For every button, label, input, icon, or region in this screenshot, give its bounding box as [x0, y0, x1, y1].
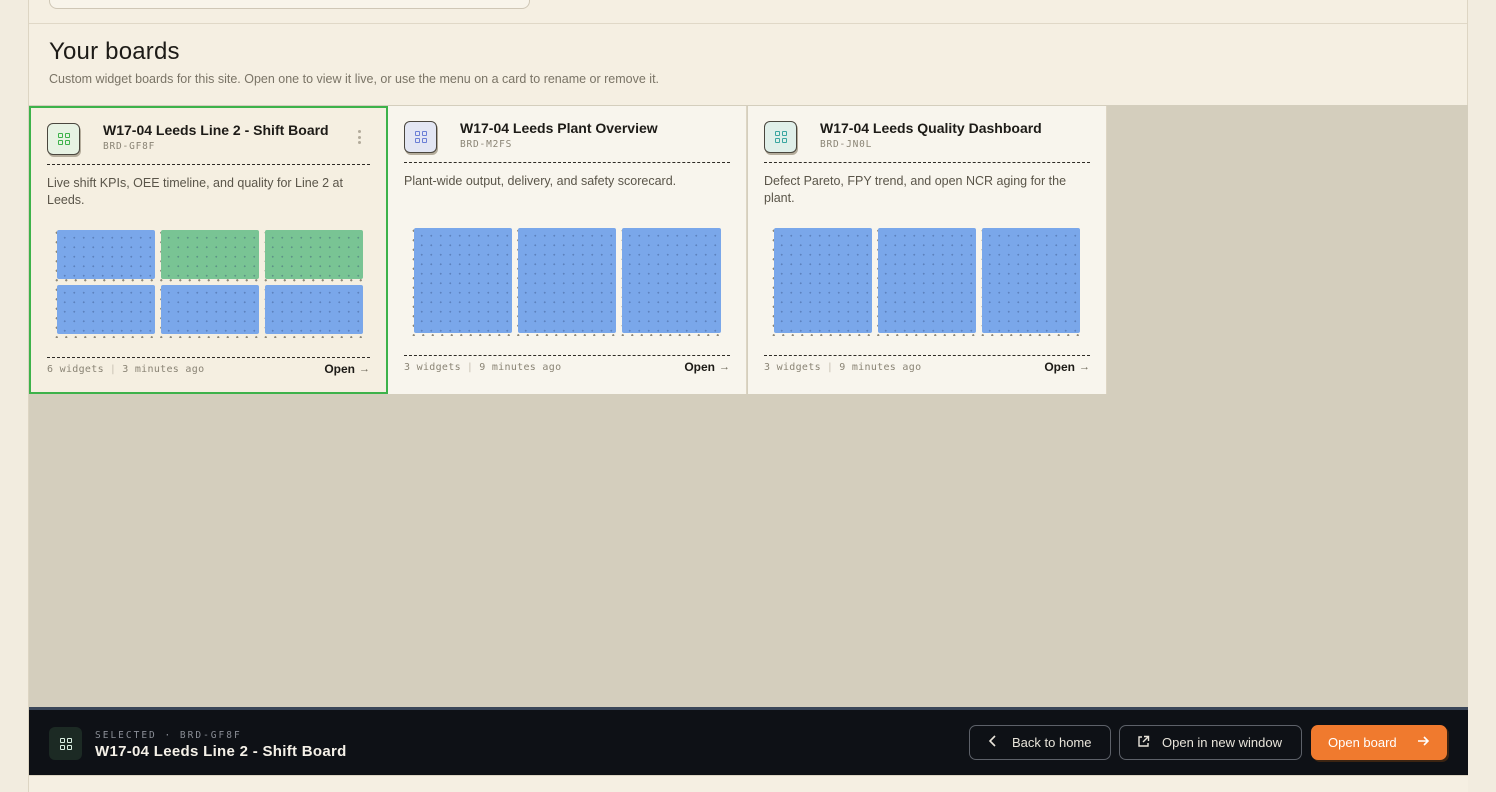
open-label: Open: [684, 360, 715, 374]
widget-count: 3 widgets: [404, 362, 461, 373]
widget-tile: [57, 285, 155, 334]
boards-grid: W17-04 Leeds Line 2 - Shift Board BRD-GF…: [29, 105, 1468, 707]
open-new-window-button[interactable]: Open in new window: [1119, 725, 1302, 760]
divider: [404, 355, 730, 356]
widget-tile: [57, 230, 155, 279]
chevron-left-icon: [986, 735, 1000, 750]
widget-tile: [414, 228, 512, 333]
grid-icon: [49, 727, 82, 760]
search-input[interactable]: [49, 0, 530, 9]
divider: [47, 357, 370, 358]
widget-tile: [161, 230, 259, 279]
card-open-link[interactable]: Open →: [324, 362, 370, 376]
card-meta: 3 widgets | 9 minutes ago: [404, 362, 562, 373]
card-open-link[interactable]: Open →: [684, 360, 730, 374]
updated-time: 9 minutes ago: [479, 362, 562, 373]
selected-kicker: SELECTED · BRD-GF8F: [95, 730, 242, 741]
widget-tile: [265, 285, 363, 334]
divider: [764, 162, 1090, 163]
card-open-link[interactable]: Open →: [1044, 360, 1090, 374]
open-label: Open: [1044, 360, 1075, 374]
widget-tile: [265, 230, 363, 279]
widget-tile: [982, 228, 1080, 333]
card-description: Plant-wide output, delivery, and safety …: [404, 174, 677, 188]
card-description: Live shift KPIs, OEE timeline, and quali…: [47, 176, 343, 207]
arrow-right-icon: →: [1079, 361, 1090, 373]
widget-tile: [774, 228, 872, 333]
widget-preview: [51, 227, 369, 338]
card-id: BRD-M2FS: [460, 139, 513, 150]
arrow-right-icon: [1416, 735, 1430, 750]
back-label: Back to home: [1012, 735, 1092, 750]
widget-tile: [622, 228, 721, 333]
arrow-right-icon: →: [359, 363, 370, 375]
arrow-right-icon: →: [719, 361, 730, 373]
grid-icon: [47, 123, 80, 155]
open-label: Open: [324, 362, 355, 376]
page-subtitle: Custom widget boards for this site. Open…: [49, 72, 660, 86]
updated-time: 9 minutes ago: [839, 362, 922, 373]
card-description: Defect Pareto, FPY trend, and open NCR a…: [764, 174, 1067, 205]
widget-preview: [408, 225, 726, 336]
divider: [47, 164, 370, 165]
widget-count: 3 widgets: [764, 362, 821, 373]
page-title: Your boards: [49, 38, 180, 65]
divider: [404, 162, 730, 163]
page-frame: Your boards Custom widget boards for thi…: [28, 0, 1468, 792]
page-bottom: [29, 775, 1468, 792]
widget-tile: [161, 285, 259, 334]
widget-tile: [878, 228, 976, 333]
card-title: W17-04 Leeds Quality Dashboard: [820, 120, 1042, 136]
open-board-button[interactable]: Open board: [1311, 725, 1447, 760]
external-link-icon: [1136, 735, 1150, 751]
board-card[interactable]: W17-04 Leeds Plant Overview BRD-M2FS Pla…: [388, 106, 747, 394]
divider: [764, 355, 1090, 356]
card-menu-button[interactable]: [357, 130, 362, 144]
card-title: W17-04 Leeds Plant Overview: [460, 120, 658, 136]
widget-tile: [518, 228, 616, 333]
divider: [29, 23, 1467, 24]
card-meta: 6 widgets | 3 minutes ago: [47, 364, 205, 375]
open-board-label: Open board: [1328, 735, 1397, 750]
board-card[interactable]: W17-04 Leeds Line 2 - Shift Board BRD-GF…: [29, 106, 388, 394]
selected-board-title: W17-04 Leeds Line 2 - Shift Board: [95, 743, 347, 760]
card-id: BRD-GF8F: [103, 141, 156, 152]
card-meta: 3 widgets | 9 minutes ago: [764, 362, 922, 373]
card-title: W17-04 Leeds Line 2 - Shift Board: [103, 122, 329, 138]
new-window-label: Open in new window: [1162, 735, 1282, 750]
widget-preview: [768, 225, 1086, 336]
updated-time: 3 minutes ago: [122, 364, 205, 375]
card-id: BRD-JN0L: [820, 139, 873, 150]
selection-bar: SELECTED · BRD-GF8F W17-04 Leeds Line 2 …: [29, 707, 1468, 775]
widget-count: 6 widgets: [47, 364, 104, 375]
back-to-home-button[interactable]: Back to home: [969, 725, 1111, 760]
grid-icon: [404, 121, 437, 153]
board-card[interactable]: W17-04 Leeds Quality Dashboard BRD-JN0L …: [748, 106, 1107, 394]
grid-icon: [764, 121, 797, 153]
